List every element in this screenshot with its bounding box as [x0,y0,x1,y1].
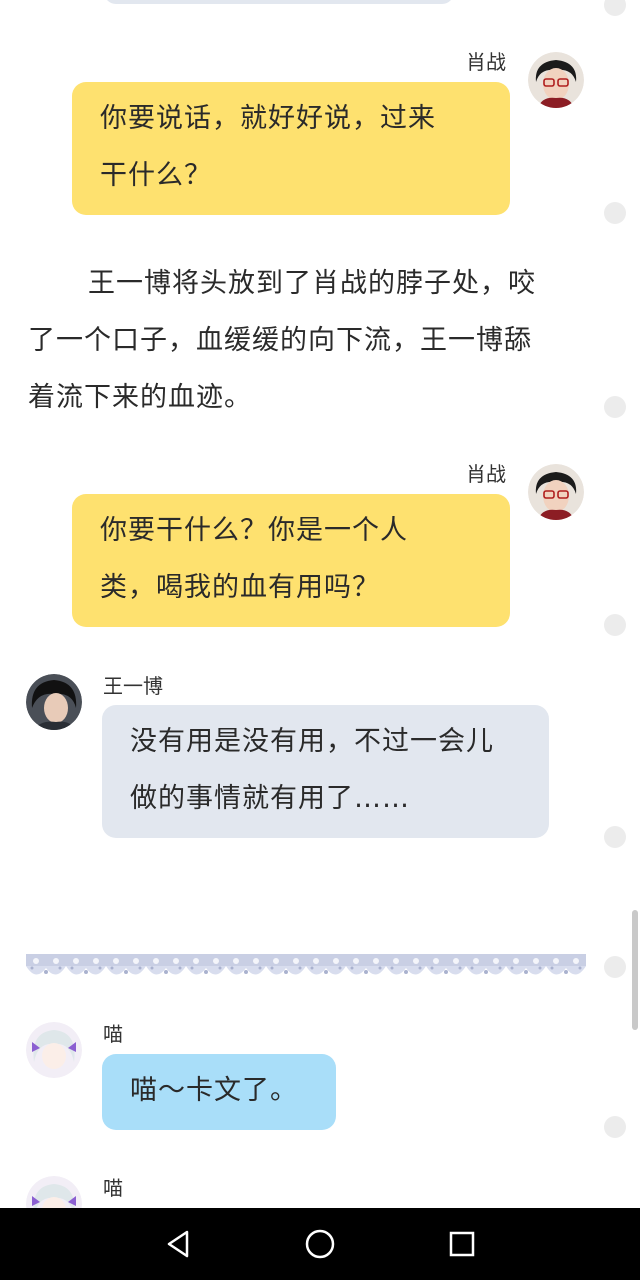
message-line: 类，喝我的血有用吗？ [100,572,380,603]
narration-line: 着流下来的血迹。 [28,382,252,413]
message-line: 你要干什么？你是一个人 [100,515,408,546]
sender-name: 喵 [103,1022,123,1046]
avatar-wangyibo[interactable] [26,674,82,730]
timeline-dot [604,202,626,224]
message-line: 你要说话，就好好说，过来 [100,103,436,134]
sender-name: 喵 [103,1176,123,1200]
message-bubble[interactable]: 你要干什么？你是一个人 类，喝我的血有用吗？ [72,494,510,627]
message-bubble[interactable]: 喵～卡文了。 [102,1054,336,1130]
avatar-xiaozhan[interactable] [528,52,584,108]
narration-text: 王一博将头放到了肖战的脖子处，咬 了一个口子，血缓缓的向下流，王一博舔 着流下来… [28,255,588,426]
avatar-miao[interactable] [26,1022,82,1078]
message-line: 喵～卡文了。 [130,1075,298,1106]
timeline-dot [604,826,626,848]
message-bubble[interactable]: 你要说话，就好好说，过来 干什么？ [72,82,510,215]
square-recents-icon[interactable] [442,1224,482,1264]
navigation-bar [0,1208,640,1280]
message-line: 没有用是没有用，不过一会儿 [130,726,494,757]
lace-divider [26,954,586,984]
avatar-xiaozhan[interactable] [528,464,584,520]
prev-bubble-remnant [104,0,454,4]
timeline-dot [604,396,626,418]
sender-name: 肖战 [466,462,506,486]
circle-home-icon[interactable] [300,1224,340,1264]
scrollbar[interactable] [632,910,638,1030]
message-line: 干什么？ [100,160,212,191]
narration-line: 了一个口子，血缓缓的向下流，王一博舔 [28,325,532,356]
message-bubble[interactable]: 没有用是没有用，不过一会儿 做的事情就有用了…… [102,705,549,838]
triangle-back-icon[interactable] [158,1224,198,1264]
sender-name: 肖战 [466,50,506,74]
timeline-dot [604,956,626,978]
sender-name: 王一博 [103,674,163,698]
timeline-dot [604,0,626,16]
timeline-dot [604,1116,626,1138]
narration-line: 王一博将头放到了肖战的脖子处，咬 [88,268,536,299]
message-line: 做的事情就有用了…… [130,783,410,814]
timeline-dot [604,614,626,636]
